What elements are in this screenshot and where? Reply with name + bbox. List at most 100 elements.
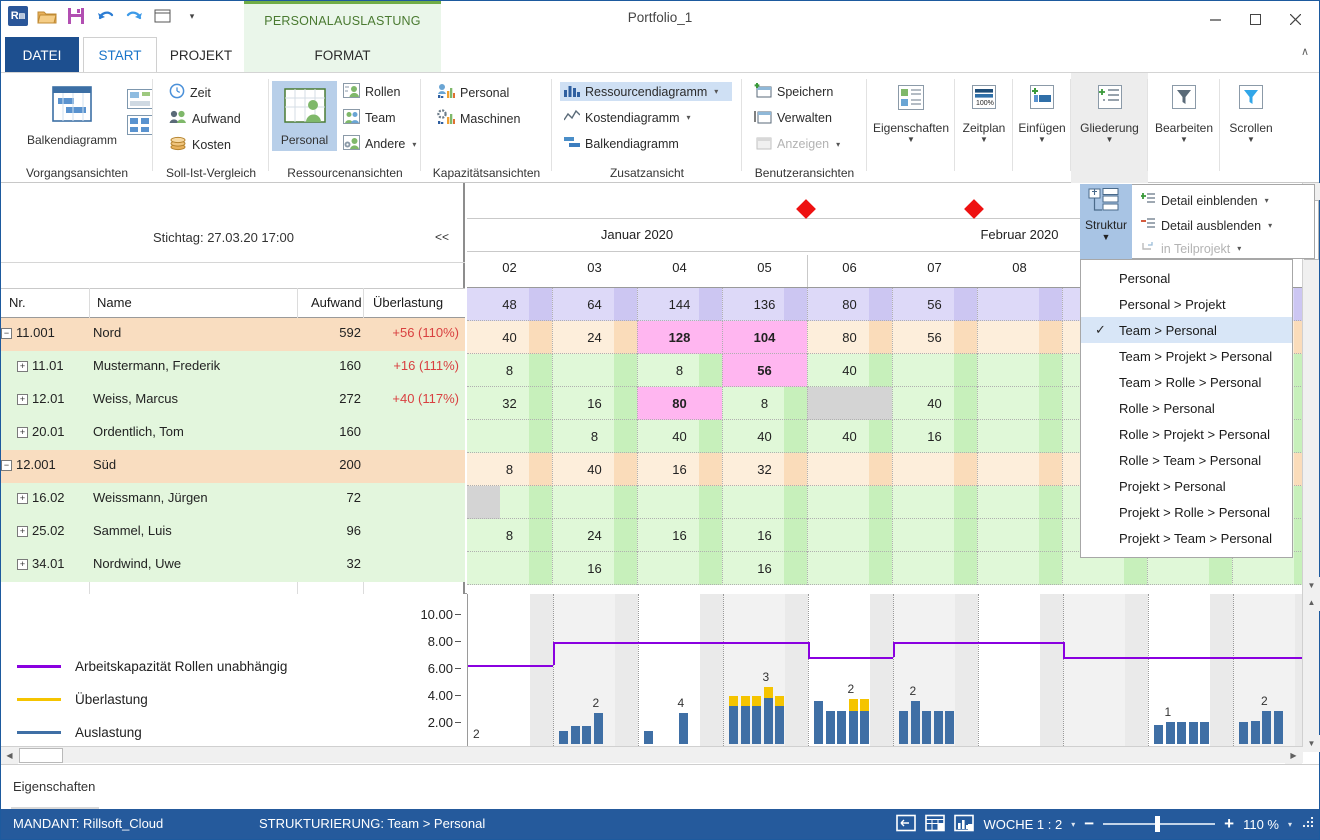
close-button[interactable] xyxy=(1275,5,1315,33)
anzeigen-view-button[interactable]: Anzeigen ▾ xyxy=(754,135,840,153)
chart-bar-auslastung[interactable] xyxy=(763,698,773,744)
chart-bar-auslastung[interactable] xyxy=(910,700,920,744)
collapse-toggle[interactable]: − xyxy=(1,460,12,472)
scroll-down-arrow[interactable]: ▼ xyxy=(1303,735,1320,752)
chart-bar-auslastung[interactable] xyxy=(825,710,835,744)
personal-view-button[interactable]: Personal xyxy=(272,81,337,151)
time-scale-label[interactable]: WOCHE 1 : 2 xyxy=(983,817,1062,832)
chevron-down-icon[interactable]: ▾ xyxy=(1237,244,1241,253)
in-teilprojekt-button[interactable]: in Teilprojekt ▾ xyxy=(1141,240,1241,257)
struktur-menu-item[interactable]: Personal xyxy=(1081,265,1292,291)
kapazitaet-maschinen-button[interactable]: Maschinen xyxy=(437,109,520,128)
chart-bar-auslastung[interactable] xyxy=(678,713,688,744)
zoom-out-button[interactable]: − xyxy=(1084,814,1094,834)
expand-toggle[interactable]: + xyxy=(17,526,28,538)
chart-bar-ueberlastung[interactable] xyxy=(860,699,869,711)
chevron-down-icon[interactable]: ▼ xyxy=(1038,135,1046,144)
expand-toggle[interactable]: + xyxy=(17,559,28,571)
expand-toggle[interactable]: + xyxy=(17,361,28,373)
struktur-menu-item[interactable]: Team > Projekt > Personal xyxy=(1081,343,1292,369)
tab-datei[interactable]: DATEI xyxy=(5,37,79,73)
chart-bar-auslastung[interactable] xyxy=(933,710,943,744)
view-alt2-icon[interactable] xyxy=(127,115,153,138)
chevron-down-icon[interactable]: ▼ xyxy=(1102,232,1111,242)
chart-bar-ueberlastung[interactable] xyxy=(729,695,738,706)
table-row[interactable]: +11.01 Mustermann, Frederik 160 +16 (111… xyxy=(1,351,465,384)
chart-bar-auslastung[interactable] xyxy=(1154,724,1163,744)
bearbeiten-button[interactable]: Bearbeiten ▼ xyxy=(1150,85,1218,144)
chart-bar-auslastung[interactable] xyxy=(1250,721,1260,744)
scroll-thumb[interactable] xyxy=(19,748,63,763)
table-row[interactable]: +16.02 Weissmann, Jürgen 72 xyxy=(1,483,465,516)
chart-bar-auslastung[interactable] xyxy=(752,705,761,744)
struktur-menu-item[interactable]: Personal > Projekt xyxy=(1081,291,1292,317)
chart-bar-ueberlastung[interactable] xyxy=(848,699,858,711)
chart-bar-auslastung[interactable] xyxy=(582,726,591,744)
eigenschaften-button[interactable]: Eigenschaften ▼ xyxy=(871,85,951,144)
zoom-slider-thumb[interactable] xyxy=(1155,816,1161,832)
ressourcendiagramm-button[interactable]: Ressourcendiagramm ▾ xyxy=(560,82,732,101)
chevron-down-icon[interactable]: ▼ xyxy=(1247,135,1255,144)
struktur-split-button[interactable]: Struktur ▼ xyxy=(1080,184,1132,259)
zeit-button[interactable]: Zeit xyxy=(169,83,211,102)
chart-bar-auslastung[interactable] xyxy=(570,726,580,744)
legend-item[interactable]: Auslastung xyxy=(17,716,287,749)
maximize-button[interactable] xyxy=(1235,5,1275,33)
chart-bar-auslastung[interactable] xyxy=(945,710,954,744)
struktur-menu-item[interactable]: Projekt > Rolle > Personal xyxy=(1081,499,1292,525)
column-header-name[interactable]: Name xyxy=(97,295,132,310)
column-header-nr[interactable]: Nr. xyxy=(9,295,26,310)
chart-bar-auslastung[interactable] xyxy=(922,710,931,744)
chart-bar-auslastung[interactable] xyxy=(1188,722,1198,744)
struktur-menu-item[interactable]: Rolle > Team > Personal xyxy=(1081,447,1292,473)
chart-bar-auslastung[interactable] xyxy=(740,705,750,744)
table-row[interactable]: −12.001 Süd 200 xyxy=(1,450,465,483)
chart-bar-auslastung[interactable] xyxy=(1239,722,1248,744)
chart-bar-auslastung[interactable] xyxy=(1273,710,1283,744)
chart-bar-auslastung[interactable] xyxy=(1200,722,1209,744)
chevron-down-icon[interactable]: ▾ xyxy=(412,140,416,149)
chevron-down-icon[interactable]: ▾ xyxy=(1268,221,1272,230)
struktur-menu-item[interactable]: Rolle > Projekt > Personal xyxy=(1081,421,1292,447)
chart-bar-auslastung[interactable] xyxy=(837,710,846,744)
chevron-down-icon[interactable]: ▾ xyxy=(714,87,718,96)
einfuegen-button[interactable]: Einfügen ▼ xyxy=(1015,85,1069,144)
zoom-slider[interactable] xyxy=(1103,816,1216,832)
scroll-up-arrow[interactable]: ▲ xyxy=(1303,594,1320,611)
tab-format[interactable]: FORMAT xyxy=(244,37,441,73)
expand-toggle[interactable]: + xyxy=(17,493,28,505)
properties-tab-label[interactable]: Eigenschaften xyxy=(13,779,95,794)
gliederung-button[interactable]: Gliederung ▼ xyxy=(1075,85,1144,144)
tab-start[interactable]: START xyxy=(83,37,157,73)
chart-bar-auslastung[interactable] xyxy=(559,731,568,744)
column-header-ueberlastung[interactable]: Überlastung xyxy=(373,295,443,310)
table-row[interactable]: +20.01 Ordentlich, Tom 160 xyxy=(1,417,465,450)
table-row[interactable]: −11.001 Nord 592 +56 (110%) xyxy=(1,318,465,351)
chevron-down-icon[interactable]: ▼ xyxy=(1180,135,1188,144)
balkendiagramm-button[interactable]: Balkendiagramm xyxy=(17,85,127,147)
speichern-view-button[interactable]: Speichern xyxy=(754,83,833,101)
rollen-button[interactable]: Rollen xyxy=(343,83,400,101)
milestone-marker[interactable] xyxy=(796,199,816,219)
minimize-button[interactable] xyxy=(1195,5,1235,33)
chart-bar-auslastung[interactable] xyxy=(1165,722,1175,744)
column-header-aufwand[interactable]: Aufwand xyxy=(311,295,362,310)
kosten-button[interactable]: Kosten xyxy=(169,135,231,154)
struktur-menu-item[interactable]: Team > Rolle > Personal xyxy=(1081,369,1292,395)
chevron-down-icon[interactable]: ▾ xyxy=(687,113,691,122)
table-row[interactable]: +34.01 Nordwind, Uwe 32 xyxy=(1,549,465,582)
chart-bar-auslastung[interactable] xyxy=(1262,710,1271,744)
collapse-ribbon-button[interactable]: ∧ xyxy=(1301,45,1309,58)
chevron-down-icon[interactable]: ▼ xyxy=(907,135,915,144)
struktur-menu-item[interactable]: Rolle > Personal xyxy=(1081,395,1292,421)
struktur-menu-item[interactable]: Projekt > Team > Personal xyxy=(1081,525,1292,551)
chart-view-icon[interactable] xyxy=(954,814,975,835)
table-row[interactable]: +12.01 Weiss, Marcus 272 +40 (117%) xyxy=(1,384,465,417)
collapse-toggle[interactable]: − xyxy=(1,328,12,340)
fit-view-icon[interactable] xyxy=(896,814,917,835)
chart-bar-auslastung[interactable] xyxy=(899,710,908,744)
tab-projekt[interactable]: PROJEKT xyxy=(161,37,241,73)
chart-bar-auslastung[interactable] xyxy=(1177,722,1186,744)
chart-bar-auslastung[interactable] xyxy=(814,700,823,744)
resize-grip-icon[interactable] xyxy=(1301,816,1314,832)
